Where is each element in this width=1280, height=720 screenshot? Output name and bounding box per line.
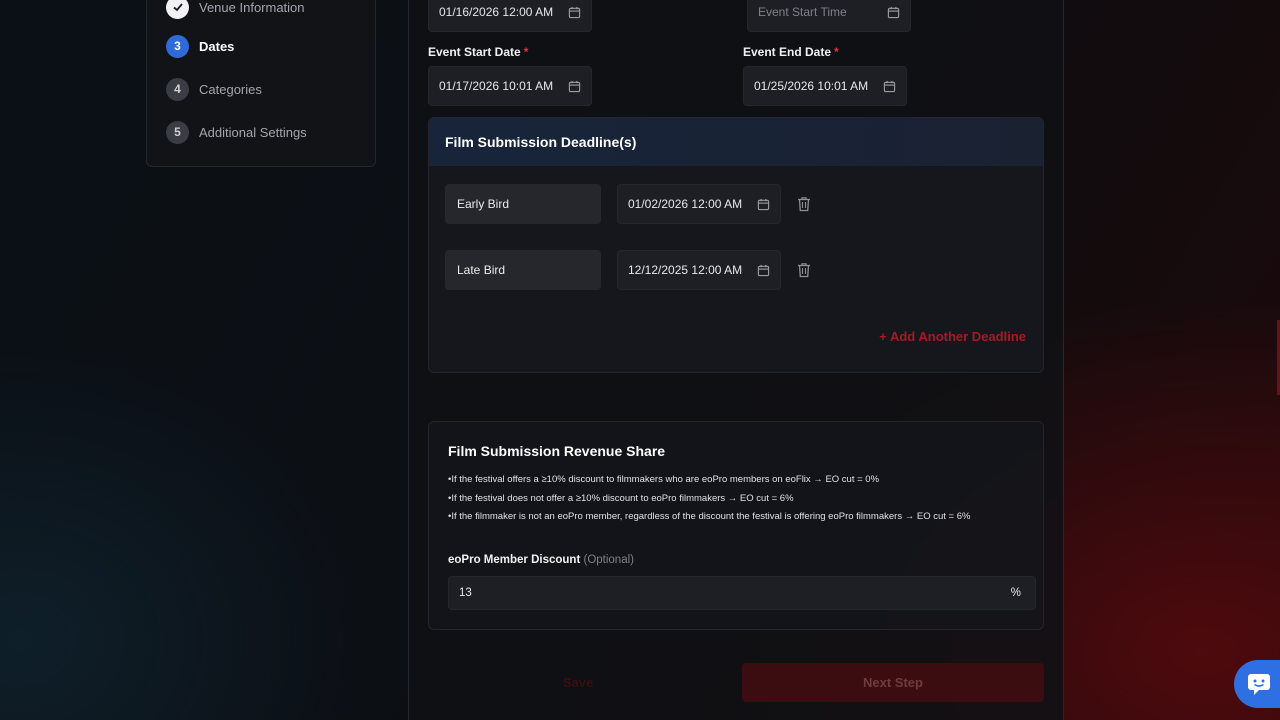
label-text: eoPro Member Discount: [448, 554, 581, 566]
calendar-icon[interactable]: [757, 264, 770, 277]
discount-label: eoPro Member Discount (Optional): [448, 554, 634, 566]
deadline-name: Early Bird: [457, 197, 510, 211]
step-number: 5: [166, 120, 189, 144]
deadline-name-input[interactable]: Late Bird: [445, 250, 601, 290]
revenue-share-card: Film Submission Revenue Share If the fes…: [428, 421, 1044, 630]
deadline-name-input[interactable]: Early Bird: [445, 184, 601, 224]
calendar-icon[interactable]: [757, 198, 770, 211]
deadlines-card: Film Submission Deadline(s) Early Bird 0…: [428, 117, 1044, 373]
date-value: 12/12/2025 12:00 AM: [628, 263, 743, 277]
previous-date-input[interactable]: 01/16/2026 12:00 AM: [428, 0, 592, 32]
trash-icon[interactable]: [797, 196, 811, 212]
calendar-icon[interactable]: [568, 80, 581, 93]
add-deadline-link[interactable]: + Add Another Deadline: [879, 329, 1026, 344]
calendar-icon[interactable]: [568, 6, 581, 19]
trash-icon[interactable]: [797, 262, 811, 278]
event-end-date-input[interactable]: 01/25/2026 10:01 AM: [743, 66, 907, 106]
step-venue-information[interactable]: Venue Information: [166, 0, 305, 19]
required-mark: *: [523, 45, 529, 59]
step-additional-settings[interactable]: 5 Additional Settings: [166, 120, 307, 144]
event-start-date-label: Event Start Date *: [428, 45, 528, 59]
required-mark: *: [834, 45, 839, 59]
calendar-icon[interactable]: [887, 6, 900, 19]
step-dates[interactable]: 3 Dates: [166, 34, 234, 58]
step-number: 4: [166, 77, 189, 101]
rule-item: If the festival does not offer a ≥10% di…: [448, 490, 970, 509]
step-label: Venue Information: [199, 0, 305, 15]
date-value: 01/17/2026 10:01 AM: [439, 79, 554, 93]
step-number: 3: [166, 34, 189, 58]
step-label: Dates: [199, 38, 235, 54]
event-end-date-label: Event End Date *: [743, 45, 839, 59]
step-label: Categories: [199, 81, 262, 97]
chat-icon: [1248, 674, 1270, 695]
optional-tag: (Optional): [583, 554, 634, 566]
calendar-icon[interactable]: [883, 80, 896, 93]
date-value: 01/02/2026 12:00 AM: [628, 197, 743, 211]
deadline-date-input[interactable]: 01/02/2026 12:00 AM: [617, 184, 781, 224]
date-value: 01/25/2026 10:01 AM: [754, 79, 869, 93]
label-text: Event Start Date: [428, 45, 521, 59]
event-start-date-input[interactable]: 01/17/2026 10:01 AM: [428, 66, 592, 106]
event-start-time-input[interactable]: Event Start Time: [747, 0, 911, 32]
check-icon: [166, 0, 189, 19]
step-categories[interactable]: 4 Categories: [166, 77, 262, 101]
step-label: Additional Settings: [199, 124, 307, 140]
label-text: Event End Date: [743, 45, 832, 59]
deadlines-title: Film Submission Deadline(s): [429, 118, 1043, 166]
chat-button[interactable]: [1234, 660, 1280, 708]
discount-input[interactable]: 13 %: [448, 576, 1036, 610]
revenue-rules: If the festival offers a ≥10% discount t…: [448, 471, 970, 527]
next-step-button[interactable]: Next Step: [742, 663, 1044, 702]
date-value: 01/16/2026 12:00 AM: [439, 5, 554, 19]
discount-value: 13: [459, 587, 472, 599]
revenue-title: Film Submission Revenue Share: [448, 443, 666, 459]
rule-item: If the festival offers a ≥10% discount t…: [448, 471, 970, 490]
rule-item: If the filmmaker is not an eoPro member,…: [448, 508, 970, 527]
save-button[interactable]: Save: [428, 663, 728, 702]
percent-unit: %: [1010, 587, 1021, 599]
deadline-name: Late Bird: [457, 263, 506, 277]
form-stepper: Venue Information 3 Dates 4 Categories 5…: [146, 0, 376, 167]
deadline-date-input[interactable]: 12/12/2025 12:00 AM: [617, 250, 781, 290]
time-placeholder: Event Start Time: [758, 5, 847, 19]
